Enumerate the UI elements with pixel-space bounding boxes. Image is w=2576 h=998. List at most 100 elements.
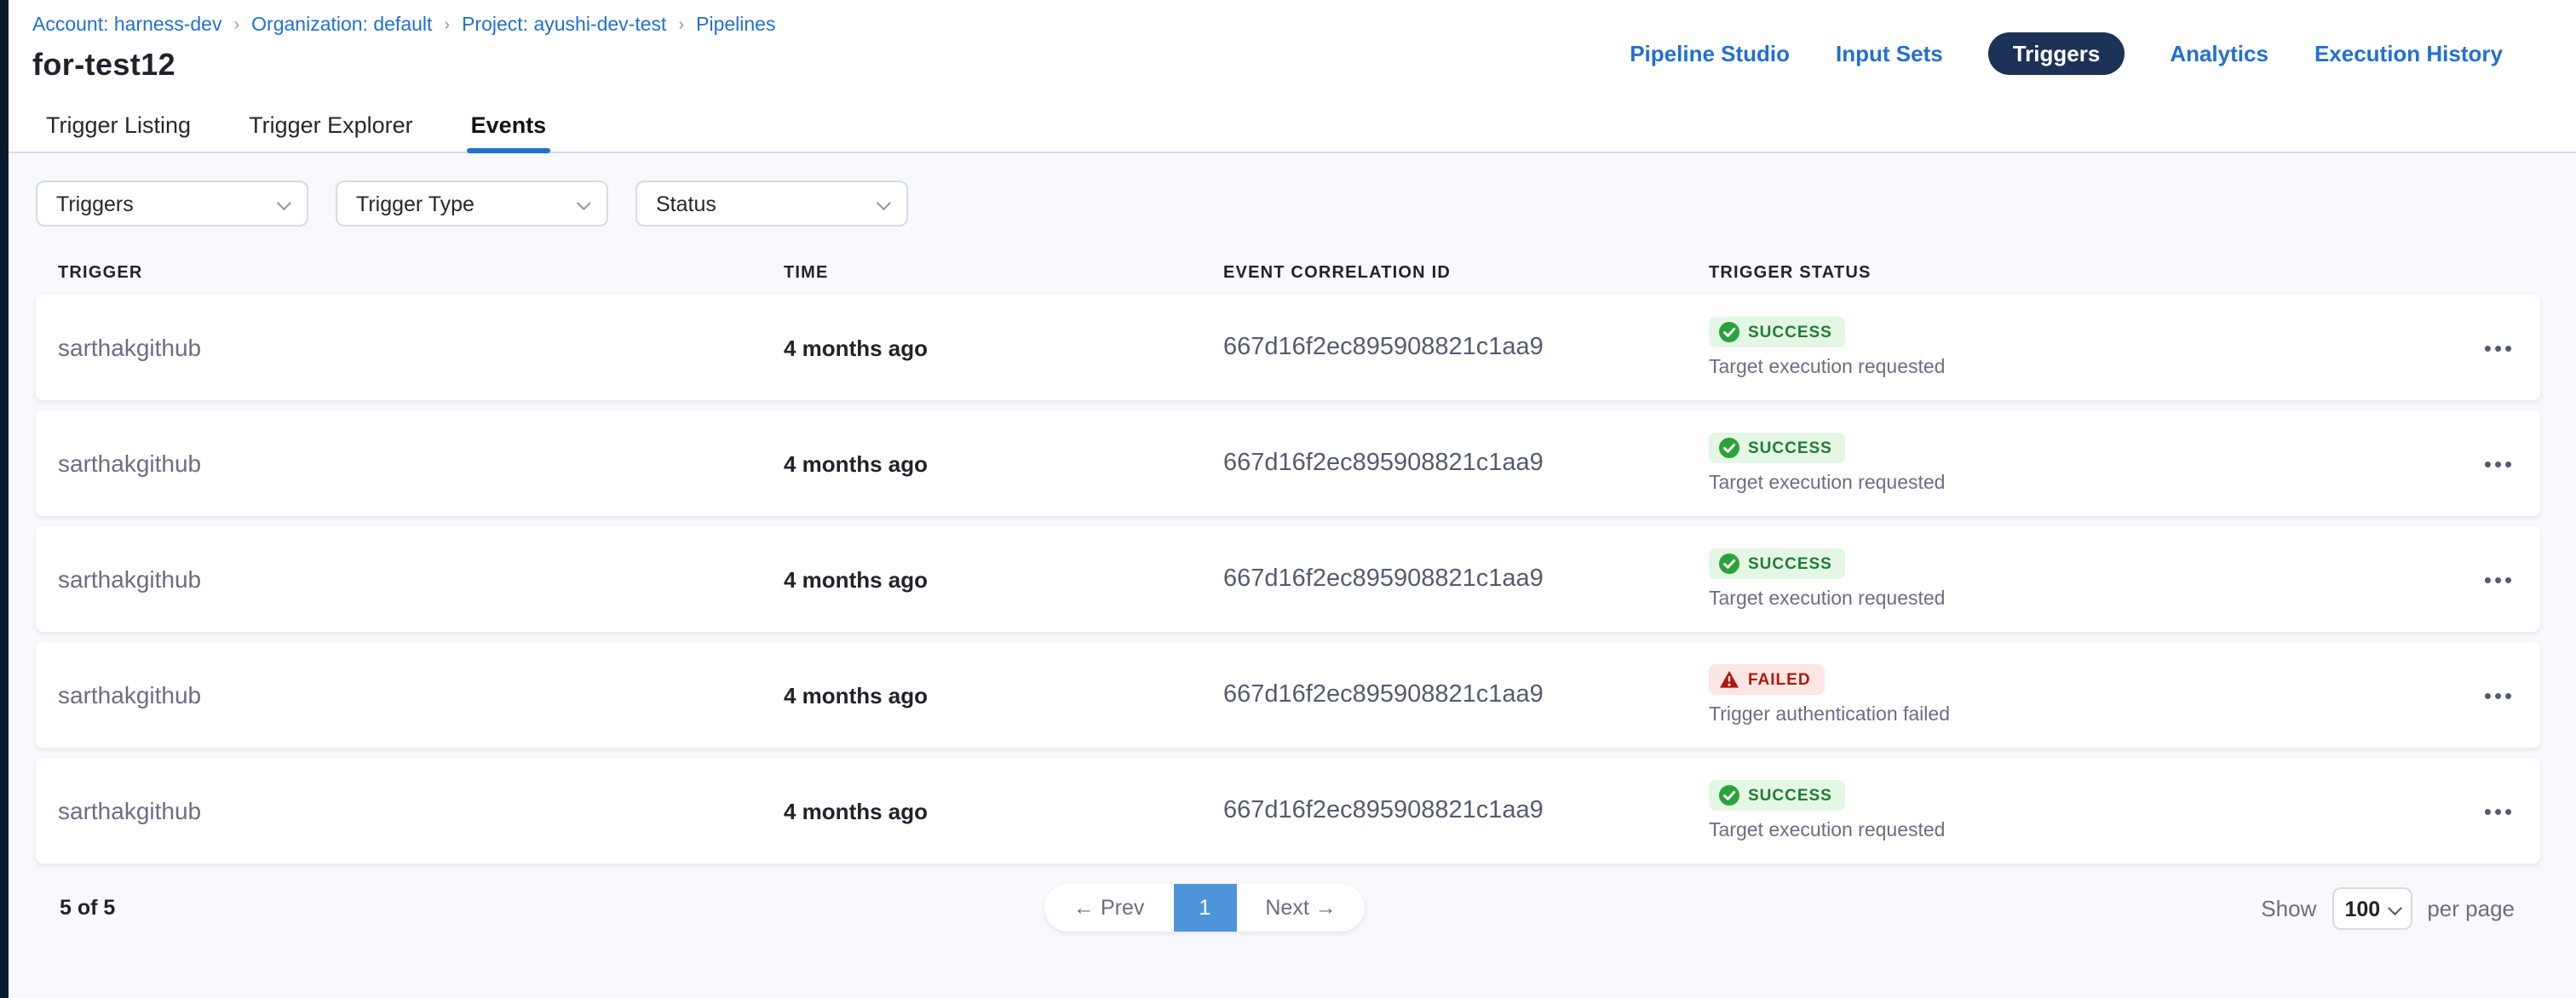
event-time: 4 months ago [784,566,1223,592]
trigger-status-cell: FAILED Trigger authentication failed [1709,664,2458,726]
event-time: 4 months ago [784,335,1223,360]
status-badge-label: SUCCESS [1748,439,1832,457]
event-correlation-id: 667d16f2ec895908821c1aa9 [1223,450,1709,477]
collapsed-sidenav-edge[interactable] [0,0,9,998]
check-circle-icon [1719,553,1739,574]
column-header-time: TIME [784,263,1223,282]
status-badge-label: SUCCESS [1748,554,1832,573]
status-badge: SUCCESS [1709,433,1846,463]
trigger-name: sarthakgithub [58,797,784,824]
event-time: 4 months ago [784,450,1223,476]
chevron-down-icon [877,195,891,209]
status-badge: SUCCESS [1709,548,1846,579]
tab-events[interactable]: Events [471,98,547,152]
events-table-body: sarthakgithub 4 months ago 667d16f2ec895… [36,295,2540,863]
table-row[interactable]: sarthakgithub 4 months ago 667d16f2ec895… [36,758,2540,863]
event-correlation-id: 667d16f2ec895908821c1aa9 [1223,797,1709,824]
table-row[interactable]: sarthakgithub 4 months ago 667d16f2ec895… [36,410,2540,516]
check-circle-icon [1719,438,1739,458]
status-badge: SUCCESS [1709,780,1846,811]
breadcrumb-link-project[interactable]: Project: ayushi-dev-test [462,15,666,36]
check-circle-icon [1719,322,1739,342]
filter-trigger-type-select[interactable]: Trigger Type [336,181,608,227]
next-page-button[interactable]: Next → [1236,884,1365,932]
trigger-status-cell: SUCCESS Target execution requested [1709,548,2458,610]
filter-label: Trigger Type [356,192,474,215]
event-correlation-id: 667d16f2ec895908821c1aa9 [1223,565,1709,593]
tab-trigger-listing[interactable]: Trigger Listing [46,98,191,152]
trigger-name: sarthakgithub [58,681,784,708]
chevron-down-icon [2388,900,2402,915]
page-size-value: 100 [2344,897,2380,921]
page-size-select[interactable]: 100 [2332,887,2412,930]
status-badge: SUCCESS [1709,317,1846,347]
filter-label: Status [656,192,716,215]
status-badge-label: SUCCESS [1748,786,1832,805]
trigger-status-cell: SUCCESS Target execution requested [1709,433,2458,494]
filter-triggers-select[interactable]: Triggers [36,181,308,227]
column-header-event-correlation-id: EVENT CORRELATION ID [1223,263,1709,282]
events-content: Triggers Trigger Type Status TRIGGER TIME … [0,153,2576,998]
trigger-status-cell: SUCCESS Target execution requested [1709,317,2458,378]
status-detail: Target execution requested [1709,589,1945,610]
show-label: Show [2261,896,2316,921]
page-header: Account: harness-dev › Organization: defau… [0,0,2576,153]
nav-execution-history[interactable]: Execution History [2314,41,2503,66]
row-options-menu-icon[interactable]: ••• [2484,452,2515,474]
chevron-down-icon [277,195,291,209]
row-options-menu-icon[interactable]: ••• [2484,568,2515,590]
column-header-trigger-status: TRIGGER STATUS [1709,263,2458,282]
event-time: 4 months ago [784,798,1223,823]
page-size-control: Show 100 per page [2261,887,2515,930]
status-badge: FAILED [1709,664,1825,695]
table-row[interactable]: sarthakgithub 4 months ago 667d16f2ec895… [36,642,2540,748]
event-time: 4 months ago [784,682,1223,708]
breadcrumb-separator: › [444,15,450,34]
row-options-menu-icon[interactable]: ••• [2484,800,2515,822]
pipeline-section-nav: Pipeline Studio Input Sets Triggers Analyti… [1630,32,2503,75]
event-correlation-id: 667d16f2ec895908821c1aa9 [1223,334,1709,361]
table-row[interactable]: sarthakgithub 4 months ago 667d16f2ec895… [36,295,2540,400]
column-header-trigger: TRIGGER [58,263,784,282]
row-options-menu-icon[interactable]: ••• [2484,684,2515,706]
tab-trigger-explorer[interactable]: Trigger Explorer [249,98,413,152]
breadcrumb-separator: › [233,15,239,34]
nav-triggers[interactable]: Triggers [1989,32,2125,75]
chevron-down-icon [577,195,591,209]
row-options-menu-icon[interactable]: ••• [2484,336,2515,358]
per-page-label: per page [2427,896,2515,921]
breadcrumb-link-pipelines[interactable]: Pipelines [696,15,775,36]
breadcrumb-separator: › [678,15,684,34]
breadcrumb: Account: harness-dev › Organization: defau… [32,0,2576,36]
trigger-status-cell: SUCCESS Target execution requested [1709,780,2458,841]
filter-label: Triggers [56,192,134,215]
trigger-name: sarthakgithub [58,450,784,477]
check-circle-icon [1719,785,1739,806]
table-footer: 5 of 5 ← Prev 1 Next → Show 100 per page [36,884,2540,986]
event-correlation-id: 667d16f2ec895908821c1aa9 [1223,681,1709,708]
filters-row: Triggers Trigger Type Status [36,181,2540,227]
breadcrumb-link-organization[interactable]: Organization: default [251,15,432,36]
pipeline-triggers-page: Account: harness-dev › Organization: defau… [0,0,2576,998]
nav-pipeline-studio[interactable]: Pipeline Studio [1630,41,1790,66]
breadcrumb-link-account[interactable]: Account: harness-dev [32,15,221,36]
status-detail: Trigger authentication failed [1709,705,1950,726]
status-badge-label: SUCCESS [1748,323,1832,341]
result-count: 5 of 5 [60,896,115,920]
nav-input-sets[interactable]: Input Sets [1836,41,1943,66]
trigger-name: sarthakgithub [58,565,784,593]
filter-status-select[interactable]: Status [635,181,908,227]
trigger-name: sarthakgithub [58,334,784,361]
pagination: ← Prev 1 Next → [1044,884,1366,932]
status-badge-label: FAILED [1748,670,1811,689]
status-detail: Target execution requested [1709,821,1945,841]
status-detail: Target execution requested [1709,473,1945,494]
tab-bar: Trigger Listing Trigger Explorer Events [0,99,2576,153]
page-number-1[interactable]: 1 [1173,884,1236,932]
nav-analytics[interactable]: Analytics [2170,41,2268,66]
table-row[interactable]: sarthakgithub 4 months ago 667d16f2ec895… [36,526,2540,632]
table-header: TRIGGER TIME EVENT CORRELATION ID TRIGGE… [36,250,2540,295]
status-detail: Target execution requested [1709,358,1945,378]
prev-page-button[interactable]: ← Prev [1044,884,1173,932]
warning-triangle-icon [1719,669,1739,690]
